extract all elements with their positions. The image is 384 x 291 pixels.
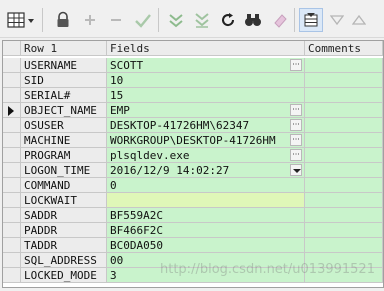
- ellipsis-button[interactable]: ···: [290, 119, 302, 131]
- row-indicator-cell: [3, 133, 21, 148]
- field-name-cell: OSUSER: [21, 118, 107, 133]
- lock-icon[interactable]: [52, 8, 74, 32]
- row-indicator-cell: [3, 103, 21, 118]
- comment-cell[interactable]: [305, 73, 383, 88]
- comment-cell[interactable]: [305, 208, 383, 223]
- field-value-cell[interactable]: WORKGROUP\DESKTOP-41726HM ···: [107, 133, 305, 148]
- field-value-cell[interactable]: [107, 193, 305, 208]
- comment-cell[interactable]: [305, 193, 383, 208]
- field-value-cell[interactable]: 15: [107, 88, 305, 103]
- grid-layout-icon[interactable]: [6, 8, 36, 32]
- double-down-icon[interactable]: [166, 8, 186, 32]
- comment-cell[interactable]: [305, 88, 383, 103]
- comment-cell[interactable]: [305, 223, 383, 238]
- field-value-cell[interactable]: EMP ···: [107, 103, 305, 118]
- row-indicator-cell: [3, 253, 21, 268]
- dropdown-arrow-icon[interactable]: [290, 164, 302, 176]
- row-indicator-cell: [3, 73, 21, 88]
- row-indicator-cell: [3, 268, 21, 283]
- row-indicator-cell: [3, 208, 21, 223]
- comment-cell[interactable]: [305, 178, 383, 193]
- row-indicator-cell: [3, 178, 21, 193]
- current-row-marker-icon: [8, 106, 14, 116]
- row-indicator-cell: [3, 88, 21, 103]
- comment-cell[interactable]: [305, 118, 383, 133]
- comment-cell[interactable]: [305, 148, 383, 163]
- toolbar: [0, 0, 384, 38]
- field-name-cell: MACHINE: [21, 133, 107, 148]
- watermark-text: http://blog.csdn.net/u013991521: [160, 262, 375, 277]
- field-name-cell: SERIAL#: [21, 88, 107, 103]
- row-indicator-cell: [3, 223, 21, 238]
- field-name-cell: LOCKWAIT: [21, 193, 107, 208]
- refresh-icon[interactable]: [218, 8, 238, 32]
- binoculars-icon[interactable]: [242, 8, 264, 32]
- field-value-cell[interactable]: BC0DA050: [107, 238, 305, 253]
- field-name-cell: PADDR: [21, 223, 107, 238]
- row-indicator-cell: [3, 148, 21, 163]
- double-down-alt-icon[interactable]: [192, 8, 212, 32]
- field-name-cell: SID: [21, 73, 107, 88]
- field-name-cell: OBJECT_NAME: [21, 103, 107, 118]
- ellipsis-button[interactable]: ···: [290, 134, 302, 146]
- triangle-up-icon[interactable]: [350, 8, 368, 32]
- ellipsis-button[interactable]: ···: [290, 59, 302, 71]
- toolbar-separator: [42, 8, 43, 32]
- field-value-cell[interactable]: DESKTOP-41726HM\62347 ···: [107, 118, 305, 133]
- comment-cell[interactable]: [305, 58, 383, 73]
- field-name-cell: USERNAME: [21, 58, 107, 73]
- header-row-label: Row 1: [21, 41, 107, 56]
- minus-icon[interactable]: [106, 8, 126, 32]
- eraser-icon[interactable]: [270, 8, 290, 32]
- comment-cell[interactable]: [305, 133, 383, 148]
- field-value-cell[interactable]: plsqldev.exe ···: [107, 148, 305, 163]
- field-value-cell[interactable]: 2016/12/9 14:02:27: [107, 163, 305, 178]
- row-indicator-cell: [3, 238, 21, 253]
- field-name-cell: SQL_ADDRESS: [21, 253, 107, 268]
- field-name-cell: PROGRAM: [21, 148, 107, 163]
- comment-cell[interactable]: [305, 163, 383, 178]
- row-indicator-cell: [3, 163, 21, 178]
- header-indicator-cell: [3, 41, 21, 56]
- header-fields-label: Fields: [107, 41, 305, 56]
- toolbar-separator: [294, 8, 295, 32]
- plus-icon[interactable]: [80, 8, 100, 32]
- field-value-cell[interactable]: 10: [107, 73, 305, 88]
- field-value-cell[interactable]: BF466F2C: [107, 223, 305, 238]
- row-indicator-cell: [3, 193, 21, 208]
- header-comments-label: Comments: [305, 41, 383, 56]
- record-grid[interactable]: Row 1 Fields Comments USERNAME SCOTT ··· SID 10…: [2, 40, 384, 288]
- toolbar-separator: [158, 8, 159, 32]
- row-indicator-cell: [3, 58, 21, 73]
- comment-cell[interactable]: [305, 103, 383, 118]
- grid-view-icon[interactable]: [299, 8, 323, 32]
- triangle-down-icon[interactable]: [328, 8, 346, 32]
- field-value-cell[interactable]: 0: [107, 178, 305, 193]
- field-value-cell[interactable]: SCOTT ···: [107, 58, 305, 73]
- field-name-cell: COMMAND: [21, 178, 107, 193]
- field-name-cell: TADDR: [21, 238, 107, 253]
- comment-cell[interactable]: [305, 238, 383, 253]
- row-indicator-cell: [3, 118, 21, 133]
- field-name-cell: LOCKED_MODE: [21, 268, 107, 283]
- field-value-cell[interactable]: BF559A2C: [107, 208, 305, 223]
- field-name-cell: SADDR: [21, 208, 107, 223]
- field-name-cell: LOGON_TIME: [21, 163, 107, 178]
- check-icon[interactable]: [132, 8, 154, 32]
- ellipsis-button[interactable]: ···: [290, 104, 302, 116]
- ellipsis-button[interactable]: ···: [290, 149, 302, 161]
